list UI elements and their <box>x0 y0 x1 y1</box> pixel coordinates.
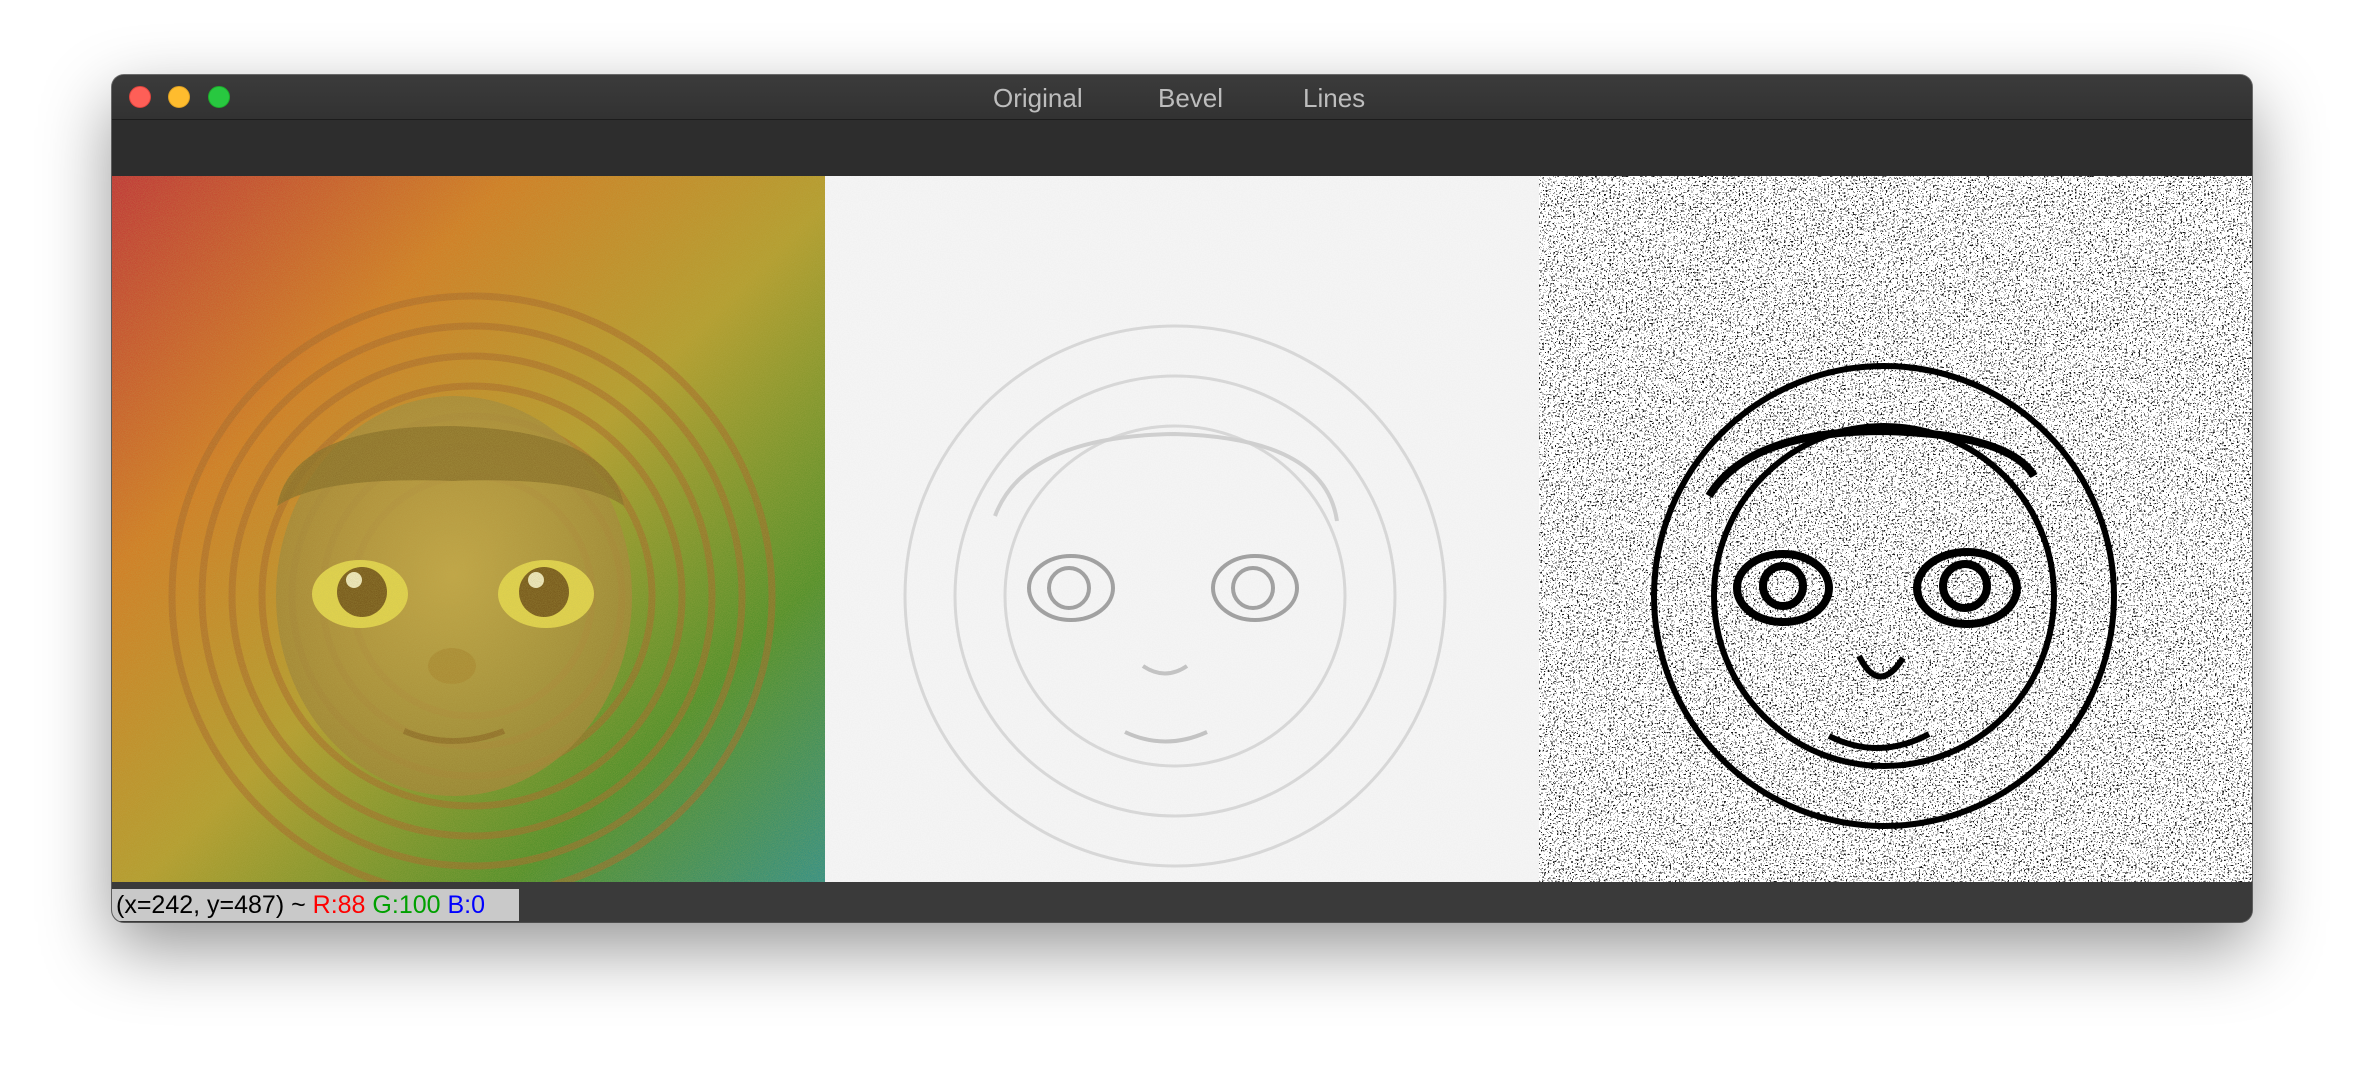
red-value: R:88 <box>312 891 366 919</box>
status-bar: (x=242, y=487) ~ R:88 G:100 B:0 <box>112 882 2252 922</box>
original-image-panel[interactable] <box>112 176 825 882</box>
title-lines: Lines <box>1303 83 1366 113</box>
coordinate-readout: (x=242, y=487) ~ <box>116 891 313 919</box>
green-value: G:100 <box>372 891 441 919</box>
toolbar <box>112 120 2252 176</box>
bevel-image <box>825 176 1539 882</box>
window-titles: Original Bevel Lines <box>112 75 2252 120</box>
title-original: Original <box>993 83 1083 113</box>
blue-value: B:0 <box>447 891 486 919</box>
pixel-readout: (x=242, y=487) ~ R:88 G:100 B:0 <box>112 889 519 921</box>
bevel-image-panel[interactable] <box>825 176 1539 882</box>
image-viewer-window: Original Bevel Lines (x=242, y=487) ~ R:… <box>112 75 2252 922</box>
lines-image <box>1539 176 2252 882</box>
original-image <box>112 176 825 882</box>
title-bar[interactable]: Original Bevel Lines <box>112 75 2252 120</box>
title-bevel: Bevel <box>1158 83 1224 113</box>
lines-image-panel[interactable] <box>1539 176 2252 882</box>
